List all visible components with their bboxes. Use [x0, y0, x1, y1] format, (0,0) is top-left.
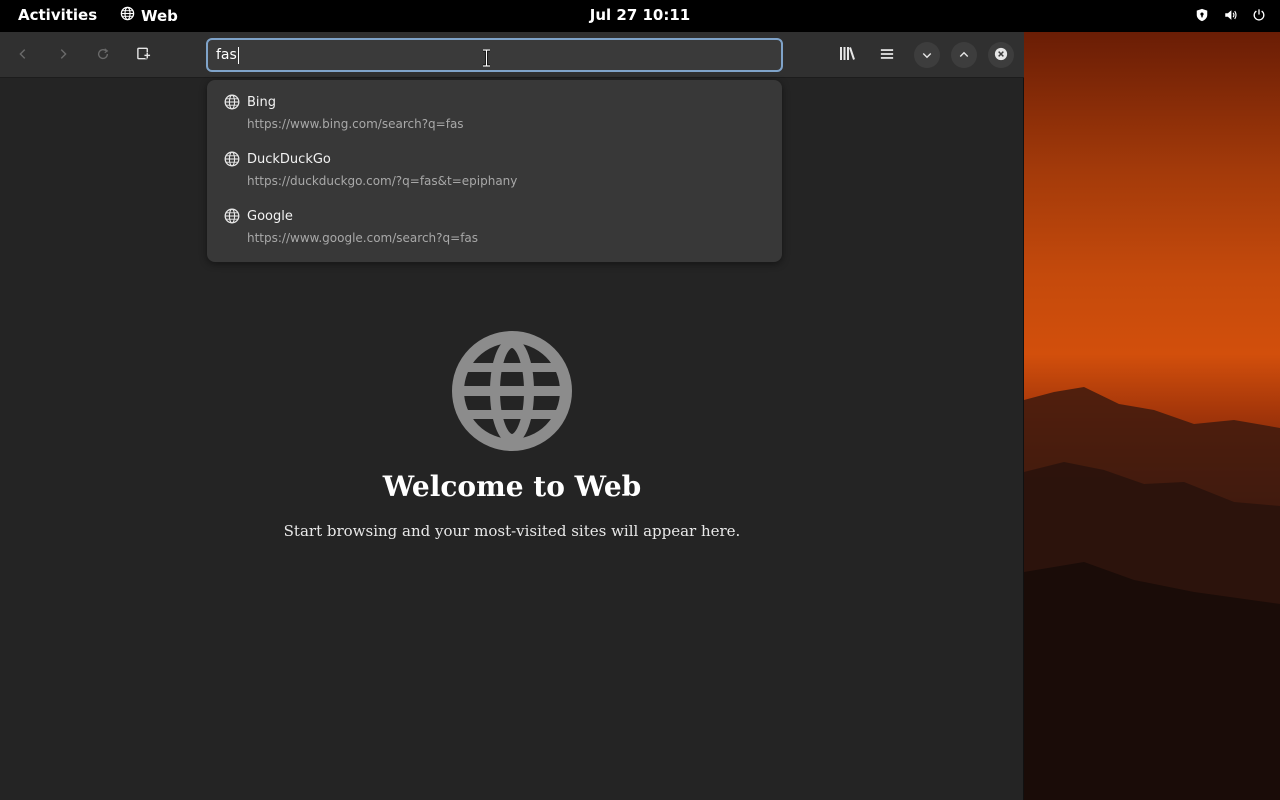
menu-button[interactable] [873, 41, 901, 69]
suggestion-title: Google [247, 209, 293, 224]
suggestion-duckduckgo[interactable]: DuckDuckGo https://duckduckgo.com/?q=fas… [207, 137, 782, 194]
suggestion-bing[interactable]: Bing https://www.bing.com/search?q=fas [207, 80, 782, 137]
new-tab-button[interactable] [129, 41, 157, 69]
library-icon [839, 46, 855, 65]
welcome-subtitle: Start browsing and your most-visited sit… [283, 522, 741, 540]
suggestion-url: https://www.bing.com/search?q=fas [247, 117, 464, 131]
desktop-wallpaper [1024, 32, 1280, 800]
suggestion-title: DuckDuckGo [247, 152, 331, 167]
minimize-icon [921, 46, 933, 65]
clock[interactable]: Jul 27 10:11 [590, 6, 690, 24]
power-icon [1252, 8, 1266, 22]
address-suggestions: Bing https://www.bing.com/search?q=fas D… [207, 80, 782, 262]
maximize-icon [958, 46, 970, 65]
forward-icon [56, 46, 70, 65]
browser-window: fas Welcome to Web Start browsing and yo… [0, 32, 1024, 800]
forward-button[interactable] [49, 41, 77, 69]
suggestion-url: https://duckduckgo.com/?q=fas&t=epiphany [247, 174, 518, 188]
top-bar: Activities Web Jul 27 10:11 [0, 0, 1280, 32]
address-text: fas [216, 47, 237, 63]
close-icon [994, 46, 1008, 65]
reload-button[interactable] [89, 41, 117, 69]
web-globe-icon [452, 331, 572, 455]
close-button[interactable] [988, 42, 1014, 68]
globe-icon [224, 208, 240, 228]
back-button[interactable] [9, 41, 37, 69]
globe-icon [224, 151, 240, 171]
text-cursor-icon [482, 48, 491, 71]
reload-icon [96, 46, 110, 65]
app-menu[interactable]: Web [120, 6, 178, 25]
address-bar[interactable]: fas [206, 38, 783, 72]
suggestion-url: https://www.google.com/search?q=fas [247, 231, 479, 245]
system-tray[interactable] [1195, 8, 1266, 22]
minimize-button[interactable] [914, 42, 940, 68]
header-bar: fas [0, 32, 1024, 78]
activities-button[interactable]: Activities [18, 6, 97, 24]
globe-icon [224, 94, 240, 114]
new-tab-icon [136, 46, 151, 65]
suggestion-google[interactable]: Google https://www.google.com/search?q=f… [207, 194, 782, 251]
maximize-button[interactable] [951, 42, 977, 68]
volume-icon [1223, 8, 1238, 22]
suggestion-title: Bing [247, 95, 277, 110]
globe-icon [120, 6, 135, 25]
menu-icon [880, 46, 894, 65]
library-button[interactable] [833, 41, 861, 69]
shield-icon [1195, 8, 1209, 22]
welcome-title: Welcome to Web [382, 470, 642, 503]
text-caret [237, 46, 239, 64]
app-name: Web [141, 6, 178, 25]
back-icon [16, 46, 30, 65]
